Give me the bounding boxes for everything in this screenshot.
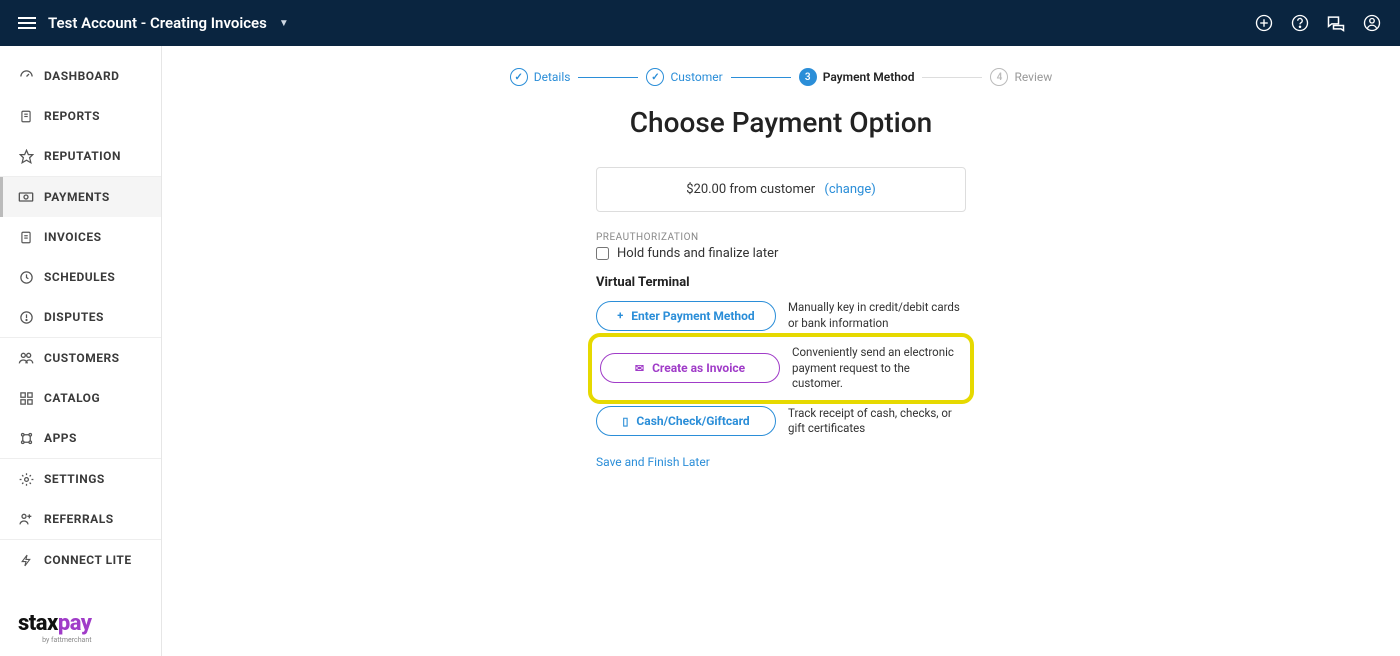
sidebar-item-label: CONNECT LITE [44,553,132,567]
change-link[interactable]: (change) [824,182,875,197]
add-icon[interactable] [1254,13,1274,33]
sidebar-item-label: DISPUTES [44,310,104,324]
create-invoice-button[interactable]: ✉ Create as Invoice [600,353,780,383]
step-connector [922,77,982,78]
chat-icon[interactable] [1326,13,1346,33]
account-title[interactable]: Test Account - Creating Invoices [48,14,267,32]
referral-icon [18,511,34,527]
sidebar-item-label: CUSTOMERS [44,351,120,365]
page-title: Choose Payment Option [202,106,1360,139]
topbar-left: Test Account - Creating Invoices ▼ [18,14,289,32]
enter-payment-button[interactable]: + Enter Payment Method [596,301,776,331]
option-desc: Manually key in credit/debit cards or ba… [788,300,966,331]
save-finish-later-link[interactable]: Save and Finish Later [596,455,710,469]
cash-check-button[interactable]: ▯ Cash/Check/Giftcard [596,406,776,436]
preauth-label: Hold funds and finalize later [617,246,778,261]
invoice-icon [18,229,34,245]
sidebar-item-label: DASHBOARD [44,69,119,83]
sidebar-item-customers[interactable]: CUSTOMERS [0,338,161,378]
document-icon [18,108,34,124]
sidebar-item-invoices[interactable]: INVOICES [0,217,161,257]
step-number: 3 [799,68,817,86]
option-create-invoice: ✉ Create as Invoice Conveniently send an … [600,345,962,392]
sidebar-item-reports[interactable]: REPORTS [0,96,161,136]
sidebar-item-connect-lite[interactable]: CONNECT LITE [0,540,161,580]
button-label: Enter Payment Method [631,309,754,323]
alert-icon [18,309,34,325]
option-desc: Track receipt of cash, checks, or gift c… [788,406,966,437]
profile-icon[interactable] [1362,13,1382,33]
check-icon: ✓ [510,68,528,86]
topbar-actions [1254,13,1382,33]
cash-small-icon: ▯ [622,415,628,428]
gear-icon [18,471,34,487]
star-icon [18,148,34,164]
sidebar-item-label: REPORTS [44,109,100,123]
apps-icon [18,430,34,446]
option-enter-payment: + Enter Payment Method Manually key in cr… [596,300,966,331]
sidebar-item-referrals[interactable]: REFERRALS [0,499,161,539]
chevron-down-icon[interactable]: ▼ [279,18,289,29]
plus-icon: + [617,309,623,322]
grid-icon [18,390,34,406]
sidebar-item-label: PAYMENTS [44,190,110,204]
main-content: ✓Details ✓Customer 3Payment Method 4Revi… [162,46,1400,656]
step-number: 4 [990,68,1008,86]
sidebar-item-label: CATALOG [44,391,100,405]
top-bar: Test Account - Creating Invoices ▼ [0,0,1400,46]
preauth-heading: PREAUTHORIZATION [596,232,966,243]
step-connector [731,77,791,78]
menu-icon[interactable] [18,17,36,29]
sidebar-item-schedules[interactable]: SCHEDULES [0,257,161,297]
bolt-icon [18,552,34,568]
gauge-icon [18,68,34,84]
button-label: Cash/Check/Giftcard [636,414,749,428]
step-details[interactable]: ✓Details [510,68,571,86]
mail-icon: ✉ [635,362,644,375]
sidebar-item-label: APPS [44,431,77,445]
help-icon[interactable] [1290,13,1310,33]
sidebar-item-catalog[interactable]: CATALOG [0,378,161,418]
sidebar-item-label: INVOICES [44,230,102,244]
option-desc: Conveniently send an electronic payment … [792,345,962,392]
clock-icon [18,269,34,285]
button-label: Create as Invoice [652,361,745,375]
wizard-stepper: ✓Details ✓Customer 3Payment Method 4Revi… [202,68,1360,86]
sidebar-item-label: REFERRALS [44,512,114,526]
sidebar-item-dashboard[interactable]: DASHBOARD [0,56,161,96]
brand-logo: staxpayby fattmerchant [18,611,92,644]
sidebar-item-label: SETTINGS [44,472,105,486]
preauth-checkbox[interactable] [596,247,609,260]
step-connector [578,77,638,78]
sidebar: DASHBOARD REPORTS REPUTATION PAYMENTS IN… [0,46,162,656]
virtual-terminal-heading: Virtual Terminal [596,275,966,290]
check-icon: ✓ [646,68,664,86]
step-customer[interactable]: ✓Customer [646,68,722,86]
highlighted-option: ✉ Create as Invoice Conveniently send an … [588,333,974,404]
amount-summary: $20.00 from customer (change) [596,167,966,212]
step-payment-method[interactable]: 3Payment Method [799,68,915,86]
preauth-checkbox-row[interactable]: Hold funds and finalize later [596,246,966,261]
cash-icon [18,189,34,205]
sidebar-item-label: SCHEDULES [44,270,115,284]
step-review[interactable]: 4Review [990,68,1052,86]
option-cash-check: ▯ Cash/Check/Giftcard Track receipt of ca… [596,406,966,437]
people-icon [18,350,34,366]
amount-text: $20.00 from customer [686,182,815,197]
sidebar-item-apps[interactable]: APPS [0,418,161,458]
sidebar-item-payments[interactable]: PAYMENTS [0,177,161,217]
sidebar-item-reputation[interactable]: REPUTATION [0,136,161,176]
sidebar-item-settings[interactable]: SETTINGS [0,459,161,499]
sidebar-item-label: REPUTATION [44,149,121,163]
sidebar-item-disputes[interactable]: DISPUTES [0,297,161,337]
